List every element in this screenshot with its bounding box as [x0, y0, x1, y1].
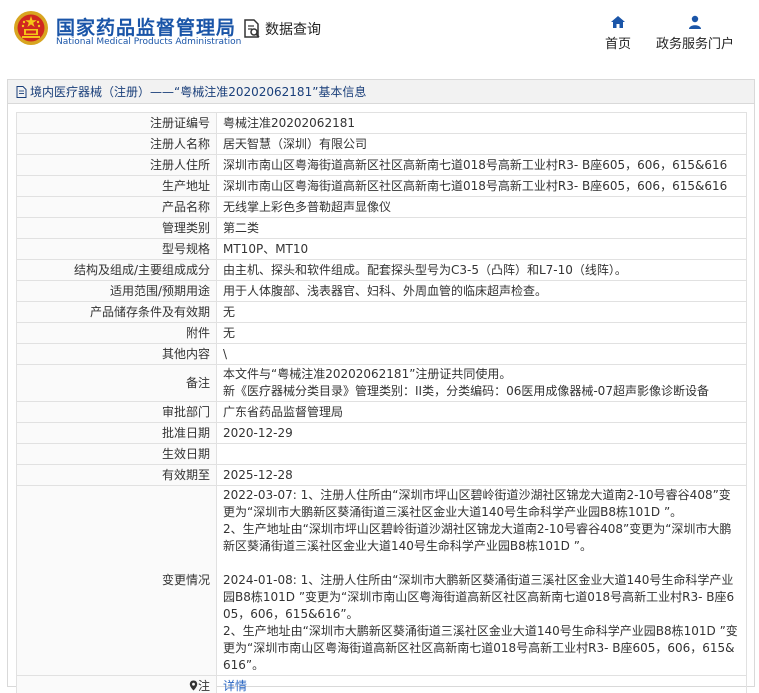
site-name[interactable]: 国家药品监督管理局	[56, 13, 236, 40]
national-emblem-icon[interactable]	[13, 10, 49, 46]
approval-dept-value: 广东省药品监督管理局	[216, 401, 747, 423]
table-row: 附件 无	[16, 322, 747, 344]
field-label: 适用范围/预期用途	[16, 280, 217, 302]
field-label: 产品储存条件及有效期	[16, 301, 217, 323]
panel-header: 境内医疗器械（注册）——“粤械注准20202062181”基本信息	[8, 80, 754, 104]
nav-home[interactable]: 首页	[600, 15, 636, 52]
data-query-label: 数据查询	[265, 22, 321, 38]
remarks-value: 本文件与“粤械注准20202062181”注册证共同使用。 新《医疗器械分类目录…	[216, 364, 747, 402]
table-row: 型号规格 MT10P、MT10	[16, 238, 747, 260]
panel-title: 境内医疗器械（注册）——“粤械注准20202062181”基本信息	[30, 85, 367, 99]
remarks-line: 新《医疗器械分类目录》管理类别：II类，分类编码：06医用成像器械-07超声影像…	[223, 384, 709, 398]
device-info-table: 注册证编号 粤械注准20202062181 注册人名称 居天智慧（深圳）有限公司…	[16, 112, 747, 693]
field-label: 审批部门	[16, 401, 217, 423]
attachment-value: 无	[216, 322, 747, 344]
table-row: 生效日期	[16, 443, 747, 465]
table-row: 注 详情	[16, 675, 747, 693]
site-name-en[interactable]: National Medical Products Administration	[56, 37, 241, 47]
field-label: 备注	[16, 364, 217, 402]
note-value: 详情	[216, 675, 747, 693]
document-search-icon	[244, 19, 260, 38]
field-label: 生产地址	[16, 175, 217, 197]
field-label: 批准日期	[16, 422, 217, 444]
product-name-value: 无线掌上彩色多普勒超声显像仪	[216, 196, 747, 218]
change-entry: 2、生产地址由“深圳市坪山区碧岭街道沙湖社区锦龙大道南2-10号睿谷408”变更…	[223, 522, 732, 553]
table-row: 生产地址 深圳市南山区粤海街道高新区社区高新南七道018号高新工业村R3- B座…	[16, 175, 747, 197]
change-spacer	[223, 555, 740, 572]
note-label-cell: 注	[16, 675, 217, 693]
registrant-name-value: 居天智慧（深圳）有限公司	[216, 133, 747, 155]
table-row: 产品储存条件及有效期 无	[16, 301, 747, 323]
structure-value: 由主机、探头和软件组成。配套探头型号为C3-5（凸阵）和L7-10（线阵）。	[216, 259, 747, 281]
table-row: 审批部门 广东省药品监督管理局	[16, 401, 747, 423]
change-entry: 2022-03-07: 1、注册人住所由“深圳市坪山区碧岭街道沙湖社区锦龙大道南…	[223, 488, 731, 519]
field-label: 注册证编号	[16, 112, 217, 134]
storage-value: 无	[216, 301, 747, 323]
table-row: 管理类别 第二类	[16, 217, 747, 239]
data-query-link[interactable]: 数据查询	[242, 18, 321, 40]
field-label: 有效期至	[16, 464, 217, 486]
nav-home-label: 首页	[604, 37, 631, 52]
valid-until-value: 2025-12-28	[216, 464, 747, 486]
table-row: 结构及组成/主要组成成分 由主机、探头和软件组成。配套探头型号为C3-5（凸阵）…	[16, 259, 747, 281]
table-row: 注册人名称 居天智慧（深圳）有限公司	[16, 133, 747, 155]
field-label: 变更情况	[16, 485, 217, 676]
field-label: 型号规格	[16, 238, 217, 260]
table-row: 变更情况 2022-03-07: 1、注册人住所由“深圳市坪山区碧岭街道沙湖社区…	[16, 485, 747, 676]
field-label: 结构及组成/主要组成成分	[16, 259, 217, 281]
field-label: 生效日期	[16, 443, 217, 465]
document-icon	[16, 85, 27, 98]
change-entry: 2024-01-08: 1、注册人住所由“深圳市大鹏新区葵涌街道三溪社区金业大道…	[223, 573, 735, 621]
changes-value: 2022-03-07: 1、注册人住所由“深圳市坪山区碧岭街道沙湖社区锦龙大道南…	[216, 485, 747, 676]
effective-date-value	[216, 443, 747, 465]
change-entry: 2、生产地址由“深圳市大鹏新区葵涌街道三溪社区金业大道140号生命科学产业园B8…	[223, 624, 738, 672]
info-panel: 境内医疗器械（注册）——“粤械注准20202062181”基本信息 注册证编号 …	[7, 79, 755, 693]
home-icon	[611, 16, 625, 28]
registrant-address-value: 深圳市南山区粤海街道高新区社区高新南七道018号高新工业村R3- B座605，6…	[216, 154, 747, 176]
table-row: 其他内容 \	[16, 343, 747, 365]
site-header: 国家药品监督管理局 National Medical Products Admi…	[0, 0, 759, 70]
user-icon	[689, 15, 701, 29]
table-row: 注册证编号 粤械注准20202062181	[16, 112, 747, 134]
table-row: 有效期至 2025-12-28	[16, 464, 747, 486]
field-label: 产品名称	[16, 196, 217, 218]
field-label: 注册人名称	[16, 133, 217, 155]
table-row: 注册人住所 深圳市南山区粤海街道高新区社区高新南七道018号高新工业村R3- B…	[16, 154, 747, 176]
model-spec-value: MT10P、MT10	[216, 238, 747, 260]
nav-gov-label: 政务服务门户	[655, 37, 734, 52]
note-label: 注	[197, 678, 210, 693]
registration-no-value: 粤械注准20202062181	[216, 112, 747, 134]
detail-link[interactable]: 详情	[223, 679, 247, 693]
field-label: 其他内容	[16, 343, 217, 365]
production-address-value: 深圳市南山区粤海街道高新区社区高新南七道018号高新工业村R3- B座605，6…	[216, 175, 747, 197]
table-row: 适用范围/预期用途 用于人体腹部、浅表器官、妇科、外周血管的临床超声检查。	[16, 280, 747, 302]
nav-gov-portal[interactable]: 政务服务门户	[652, 15, 738, 52]
other-value: \	[216, 343, 747, 365]
table-row: 产品名称 无线掌上彩色多普勒超声显像仪	[16, 196, 747, 218]
management-class-value: 第二类	[216, 217, 747, 239]
remarks-line: 本文件与“粤械注准20202062181”注册证共同使用。	[223, 367, 512, 381]
approval-date-value: 2020-12-29	[216, 422, 747, 444]
table-row: 备注 本文件与“粤械注准20202062181”注册证共同使用。 新《医疗器械分…	[16, 364, 747, 402]
table-row: 批准日期 2020-12-29	[16, 422, 747, 444]
scope-value: 用于人体腹部、浅表器官、妇科、外周血管的临床超声检查。	[216, 280, 747, 302]
field-label: 附件	[16, 322, 217, 344]
location-pin-icon	[189, 680, 198, 690]
field-label: 注册人住所	[16, 154, 217, 176]
field-label: 管理类别	[16, 217, 217, 239]
